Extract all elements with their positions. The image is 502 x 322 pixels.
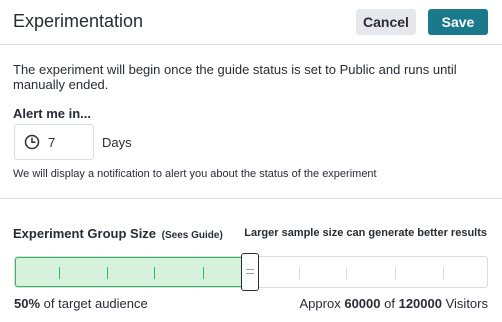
target-percent: 50% xyxy=(14,296,41,311)
target-audience-text: 50% of target audience xyxy=(14,296,148,311)
cancel-button[interactable]: Cancel xyxy=(356,9,416,35)
slider-tick xyxy=(346,267,347,279)
approx-count: 60000 xyxy=(344,296,381,311)
slider-tick xyxy=(395,267,396,279)
visitors-label: Visitors xyxy=(445,296,488,311)
visitor-estimate: Approx 60000 of 120000 Visitors xyxy=(300,296,488,311)
group-size-sublabel: (Sees Guide) xyxy=(161,230,223,241)
slider-handle[interactable] xyxy=(241,253,259,291)
section-divider xyxy=(0,198,502,199)
clock-icon xyxy=(24,134,40,150)
group-size-title: Experiment Group Size xyxy=(13,226,157,241)
save-button[interactable]: Save xyxy=(428,9,488,35)
days-unit-label: Days xyxy=(102,135,132,150)
intro-text: The experiment will begin once the guide… xyxy=(13,62,457,92)
slider-fill xyxy=(15,257,250,287)
slider-tick xyxy=(299,267,300,279)
approx-of: of xyxy=(384,296,395,311)
slider-tick xyxy=(203,267,204,279)
total-count: 120000 xyxy=(398,296,442,311)
alert-label: Alert me in... xyxy=(13,106,92,121)
sample-size-hint: Larger sample size can generate better r… xyxy=(244,227,487,239)
target-audience-label: of target audience xyxy=(43,296,148,311)
slider-tick xyxy=(59,267,60,279)
approx-prefix: Approx xyxy=(299,296,341,311)
slider-tick xyxy=(154,267,155,279)
grip-icon xyxy=(246,269,254,274)
group-size-label: Experiment Group Size (Sees Guide) xyxy=(13,226,223,241)
alert-notice: We will display a notification to alert … xyxy=(13,168,377,180)
modal-title: Experimentation xyxy=(13,11,144,31)
slider-tick xyxy=(107,267,108,279)
modal-header: Experimentation Cancel Save xyxy=(0,0,502,45)
days-input[interactable]: 7 xyxy=(14,124,94,160)
slider-tick xyxy=(443,267,444,279)
days-value: 7 xyxy=(48,135,56,150)
